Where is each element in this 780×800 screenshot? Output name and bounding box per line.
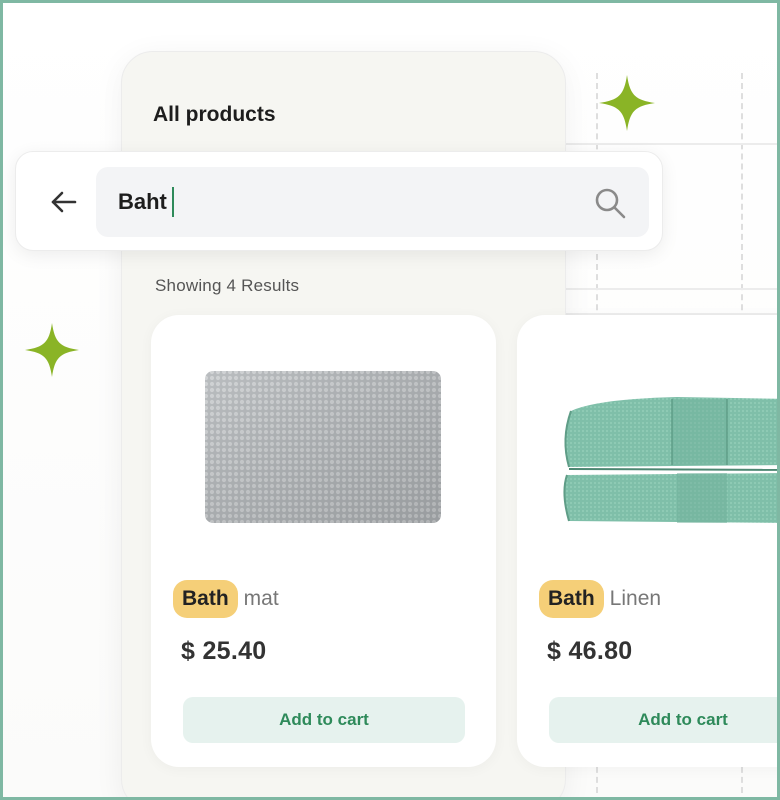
app-frame: All products Baht Showing 4 Results Bath…: [0, 0, 780, 800]
name-rest: Linen: [609, 587, 662, 610]
sparkle-icon: [599, 75, 655, 131]
arrow-left-icon: [51, 191, 77, 213]
search-input[interactable]: Baht: [118, 167, 174, 237]
text-caret: [171, 187, 174, 217]
add-to-cart-button[interactable]: Add to cart: [183, 697, 465, 743]
search-bar: Baht: [15, 151, 663, 251]
product-name: Bath mat: [173, 580, 279, 618]
search-icon[interactable]: [593, 186, 627, 220]
grid-line: [563, 288, 777, 290]
search-field[interactable]: Baht: [96, 167, 649, 237]
add-to-cart-button[interactable]: Add to cart: [549, 697, 777, 743]
product-name: Bath Linen: [539, 580, 661, 618]
grid-line: [563, 143, 777, 145]
product-image-towels[interactable]: [557, 393, 777, 528]
product-card[interactable]: Bath Linen $ 46.80 Add to cart: [517, 315, 777, 767]
name-match-highlight: Bath: [539, 580, 604, 618]
sparkle-icon: [25, 323, 79, 377]
product-price: $ 46.80: [547, 637, 633, 665]
results-count: Showing 4 Results: [155, 276, 300, 295]
page-title: All products: [153, 103, 276, 126]
product-price: $ 25.40: [181, 637, 267, 665]
name-match-highlight: Bath: [173, 580, 238, 618]
product-image-bath-mat[interactable]: [203, 369, 443, 525]
search-query: Baht: [118, 189, 167, 214]
product-card[interactable]: Bath mat $ 25.40 Add to cart: [151, 315, 496, 767]
name-rest: mat: [243, 587, 279, 610]
back-button[interactable]: [46, 184, 82, 220]
